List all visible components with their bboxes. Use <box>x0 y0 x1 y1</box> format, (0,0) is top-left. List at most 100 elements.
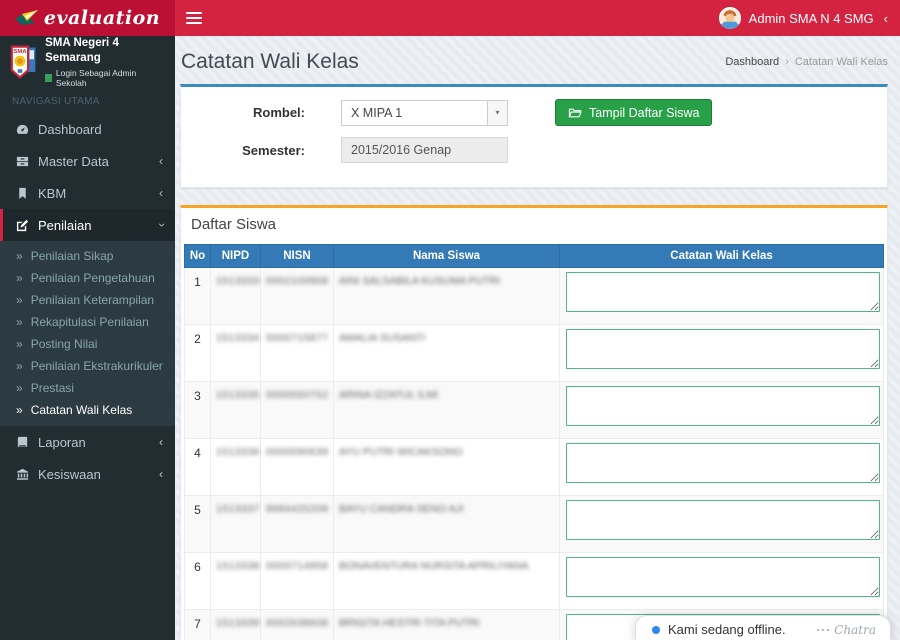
table-header-row: No NIPD NISN Nama Siswa Catatan Wali Kel… <box>184 244 884 268</box>
sidebar-subitem-penilaian-ekstrakurikuler[interactable]: Penilaian Ekstrakurikuler <box>0 355 175 377</box>
row-number: 2 <box>184 324 211 382</box>
sidebar-subitem-posting-nilai[interactable]: Posting Nilai <box>0 333 175 355</box>
row-number: 5 <box>184 495 211 553</box>
chevron-down-icon: ▾ <box>487 100 507 125</box>
login-status: Login Sebagai Admin Sekolah <box>45 68 165 88</box>
nav-section-label: NAVIGASI UTAMA <box>12 96 100 107</box>
breadcrumb-current: Catatan Wali Kelas <box>794 56 888 68</box>
sidebar-subitem-prestasi[interactable]: Prestasi <box>0 377 175 399</box>
double-angle-icon <box>16 315 23 329</box>
col-catatan-wali-kelas: Catatan Wali Kelas <box>559 244 884 268</box>
brand-logo-link[interactable]: evaluation <box>0 0 175 36</box>
main-content: Catatan Wali Kelas Dashboard Catatan Wal… <box>175 36 900 640</box>
chevron-left-icon: ‹ <box>159 186 163 200</box>
col-no: No <box>184 244 211 268</box>
nipd-cell: 1513335 <box>210 381 261 439</box>
online-status-dot-icon <box>652 625 660 634</box>
catatan-textarea[interactable] <box>566 557 880 597</box>
nipd-cell: 1513339 <box>210 609 261 640</box>
table-row: 1 1513333 0002100908 AINI SALSABILA KUSU… <box>184 267 884 325</box>
nisn-cell: 0000715877 <box>260 324 334 382</box>
catatan-textarea[interactable] <box>566 443 880 483</box>
sidebar-item-kbm[interactable]: KBM ‹ <box>0 177 175 209</box>
breadcrumb-separator-icon <box>785 56 789 68</box>
chevron-left-icon: ‹ <box>159 435 163 449</box>
nipd-cell: 1513334 <box>210 324 261 382</box>
row-number: 3 <box>184 381 211 439</box>
chat-widget[interactable]: Kami sedang offline. Chatra <box>635 615 891 640</box>
nama-siswa-cell: BAYU CANDRA SENO AJI <box>333 495 560 553</box>
nama-siswa-cell: BONAVENTURA NURSITA APRILIYANA <box>333 552 560 610</box>
catatan-cell <box>559 552 884 610</box>
panel-title: Daftar Siswa <box>191 216 277 233</box>
chevron-left-icon: ‹ <box>159 467 163 481</box>
nisn-cell: 0000714958 <box>260 552 334 610</box>
student-table-body: 1 1513333 0002100908 AINI SALSABILA KUSU… <box>184 267 884 640</box>
chevron-left-icon: ‹ <box>883 10 888 26</box>
table-row: 5 1513337 9994425209 BAYU CANDRA SENO AJ… <box>184 495 884 553</box>
double-angle-icon <box>16 271 23 285</box>
catatan-textarea[interactable] <box>566 329 880 369</box>
nipd-cell: 1513337 <box>210 495 261 553</box>
chatra-logo: Chatra <box>816 623 876 637</box>
sidebar-item-penilaian[interactable]: Penilaian ‹ <box>0 209 175 241</box>
chevron-left-icon: ‹ <box>159 154 163 168</box>
sidebar: SMA SMA Negeri 4 Semarang Login Sebagai … <box>0 36 175 640</box>
user-avatar <box>718 7 741 29</box>
catatan-textarea[interactable] <box>566 272 880 312</box>
student-table: No NIPD NISN Nama Siswa Catatan Wali Kel… <box>184 244 884 640</box>
semester-label: Semester: <box>242 142 305 158</box>
breadcrumb-dashboard-link[interactable]: Dashboard <box>725 56 779 68</box>
double-angle-icon <box>16 381 23 395</box>
penilaian-submenu: Penilaian Sikap Penilaian Pengetahuan Pe… <box>0 241 175 426</box>
nama-siswa-cell: ARINA IZZATUL ILMI <box>333 381 560 439</box>
tampil-daftar-siswa-button[interactable]: Tampil Daftar Siswa <box>555 99 713 126</box>
sidebar-toggle-button[interactable] <box>186 12 202 24</box>
rombel-selected-value: X MIPA 1 <box>351 105 403 120</box>
nisn-cell: 0002638608 <box>260 609 334 640</box>
row-number: 7 <box>184 609 211 640</box>
sidebar-nav: Dashboard Master Data ‹ KBM ‹ Penilaian … <box>0 113 175 490</box>
double-angle-icon <box>16 337 23 351</box>
row-number: 6 <box>184 552 211 610</box>
sidebar-item-dashboard[interactable]: Dashboard <box>0 113 175 145</box>
user-name-label: Admin SMA N 4 SMG <box>748 10 874 26</box>
sidebar-item-kesiswaan[interactable]: Kesiswaan ‹ <box>0 458 175 490</box>
sidebar-subitem-penilaian-pengetahuan[interactable]: Penilaian Pengetahuan <box>0 267 175 289</box>
content-header: Catatan Wali Kelas Dashboard Catatan Wal… <box>175 36 900 84</box>
catatan-textarea[interactable] <box>566 500 880 540</box>
col-nama-siswa: Nama Siswa <box>333 244 560 268</box>
nama-siswa-cell: AMALIA SUSANTI <box>333 324 560 382</box>
sidebar-subitem-catatan-wali-kelas[interactable]: Catatan Wali Kelas <box>0 399 175 421</box>
table-row: 2 1513334 0000715877 AMALIA SUSANTI <box>184 324 884 382</box>
school-name: SMA Negeri 4 Semarang <box>45 37 119 64</box>
row-number: 4 <box>184 438 211 496</box>
semester-input[interactable] <box>341 137 508 163</box>
sidebar-item-laporan[interactable]: Laporan ‹ <box>0 426 175 458</box>
table-row: 3 1513335 0000550752 ARINA IZZATUL ILMI <box>184 381 884 439</box>
sidebar-subitem-penilaian-sikap[interactable]: Penilaian Sikap <box>0 245 175 267</box>
nisn-cell: 9994425209 <box>260 495 334 553</box>
breadcrumb: Dashboard Catatan Wali Kelas <box>725 56 888 68</box>
sidebar-subitem-penilaian-keterampilan[interactable]: Penilaian Keterampilan <box>0 289 175 311</box>
catatan-textarea[interactable] <box>566 386 880 426</box>
catatan-cell <box>559 381 884 439</box>
pencil-square-icon <box>15 219 29 232</box>
rombel-select[interactable]: X MIPA 1 ▾ <box>341 99 508 126</box>
double-angle-icon <box>16 403 23 417</box>
sidebar-subitem-rekapitulasi-penilaian[interactable]: Rekapitulasi Penilaian <box>0 311 175 333</box>
double-angle-icon <box>16 359 23 373</box>
svg-text:SMA: SMA <box>13 49 27 55</box>
nisn-cell: 0002100908 <box>260 267 334 325</box>
user-menu[interactable]: Admin SMA N 4 SMG ‹ <box>718 0 888 36</box>
folder-open-icon <box>568 108 582 117</box>
paper-plane-logo-icon <box>14 10 38 25</box>
page-title: Catatan Wali Kelas <box>181 50 359 73</box>
brand-name: evaluation <box>43 7 161 29</box>
sidebar-user-panel: SMA SMA Negeri 4 Semarang Login Sebagai … <box>0 36 175 88</box>
nama-siswa-cell: BRIGITA HESTRI TITA PUTRI <box>333 609 560 640</box>
sidebar-item-master-data[interactable]: Master Data ‹ <box>0 145 175 177</box>
catatan-cell <box>559 438 884 496</box>
catatan-cell <box>559 267 884 325</box>
nisn-cell: 0000590639 <box>260 438 334 496</box>
